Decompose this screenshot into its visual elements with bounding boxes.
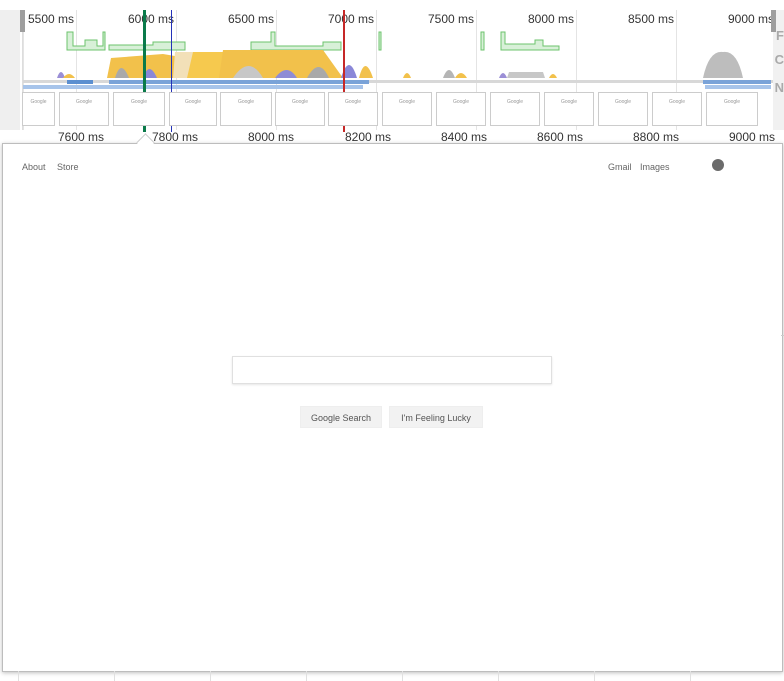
screenshot-thumbnail[interactable]: Google	[275, 92, 325, 126]
store-link[interactable]: Store	[57, 162, 79, 172]
search-input[interactable]	[232, 356, 552, 384]
activity-graphs	[23, 31, 773, 89]
devtools-performance-panel: F C N 5500 ms 6000 ms 6500 ms 7000 ms 75…	[0, 0, 784, 681]
track-label-net: N	[774, 80, 784, 95]
screenshot-thumbnail[interactable]: Google	[706, 92, 758, 126]
flame-chart-ruler: 7600 ms 7800 ms 8000 ms 8200 ms 8400 ms …	[0, 130, 784, 144]
screenshot-thumbnail[interactable]: Google	[328, 92, 378, 126]
lower-tick-8200: 8200 ms	[345, 130, 392, 144]
screenshot-thumbnail[interactable]: Google	[490, 92, 540, 126]
lower-tick-9000: 9000 ms	[729, 130, 776, 144]
screenshot-thumbnail[interactable]: Google	[220, 92, 272, 126]
screenshot-thumbnail[interactable]: Google	[544, 92, 594, 126]
left-gutter	[0, 10, 20, 130]
track-label-cpu: C	[774, 52, 784, 67]
images-link[interactable]: Images	[640, 162, 670, 172]
lower-tick-7800: 7800 ms	[152, 130, 199, 144]
lower-tick-8400: 8400 ms	[441, 130, 488, 144]
screenshot-thumbnail[interactable]: Google	[22, 92, 55, 126]
lower-tick-8000: 8000 ms	[248, 130, 295, 144]
account-avatar-icon[interactable]	[712, 159, 724, 171]
screenshot-thumbnail[interactable]: Google	[598, 92, 648, 126]
screenshot-thumbnail[interactable]: Google	[652, 92, 702, 126]
lower-tick-7600: 7600 ms	[58, 130, 105, 144]
screenshot-thumbnail[interactable]: Google	[382, 92, 432, 126]
bottom-grid	[0, 671, 784, 681]
screenshot-thumbnail[interactable]: Google	[436, 92, 486, 126]
track-label-fps: F	[776, 28, 784, 43]
screenshot-strip: Google Google Google Google Google Googl…	[22, 92, 772, 128]
left-range-handle[interactable]	[20, 10, 25, 32]
lower-tick-8600: 8600 ms	[537, 130, 584, 144]
lower-tick-8800: 8800 ms	[633, 130, 680, 144]
google-search-button[interactable]: Google Search	[300, 406, 382, 428]
screenshot-thumbnail[interactable]: Google	[113, 92, 165, 126]
screenshot-thumbnail[interactable]: Google	[59, 92, 109, 126]
about-link[interactable]: About	[22, 162, 46, 172]
screenshot-preview-popup: About Store Gmail Images Google Search I…	[2, 143, 783, 672]
feeling-lucky-button[interactable]: I'm Feeling Lucky	[389, 406, 483, 428]
right-range-handle[interactable]	[771, 10, 776, 32]
screenshot-thumbnail[interactable]: Google	[169, 92, 217, 126]
gmail-link[interactable]: Gmail	[608, 162, 632, 172]
